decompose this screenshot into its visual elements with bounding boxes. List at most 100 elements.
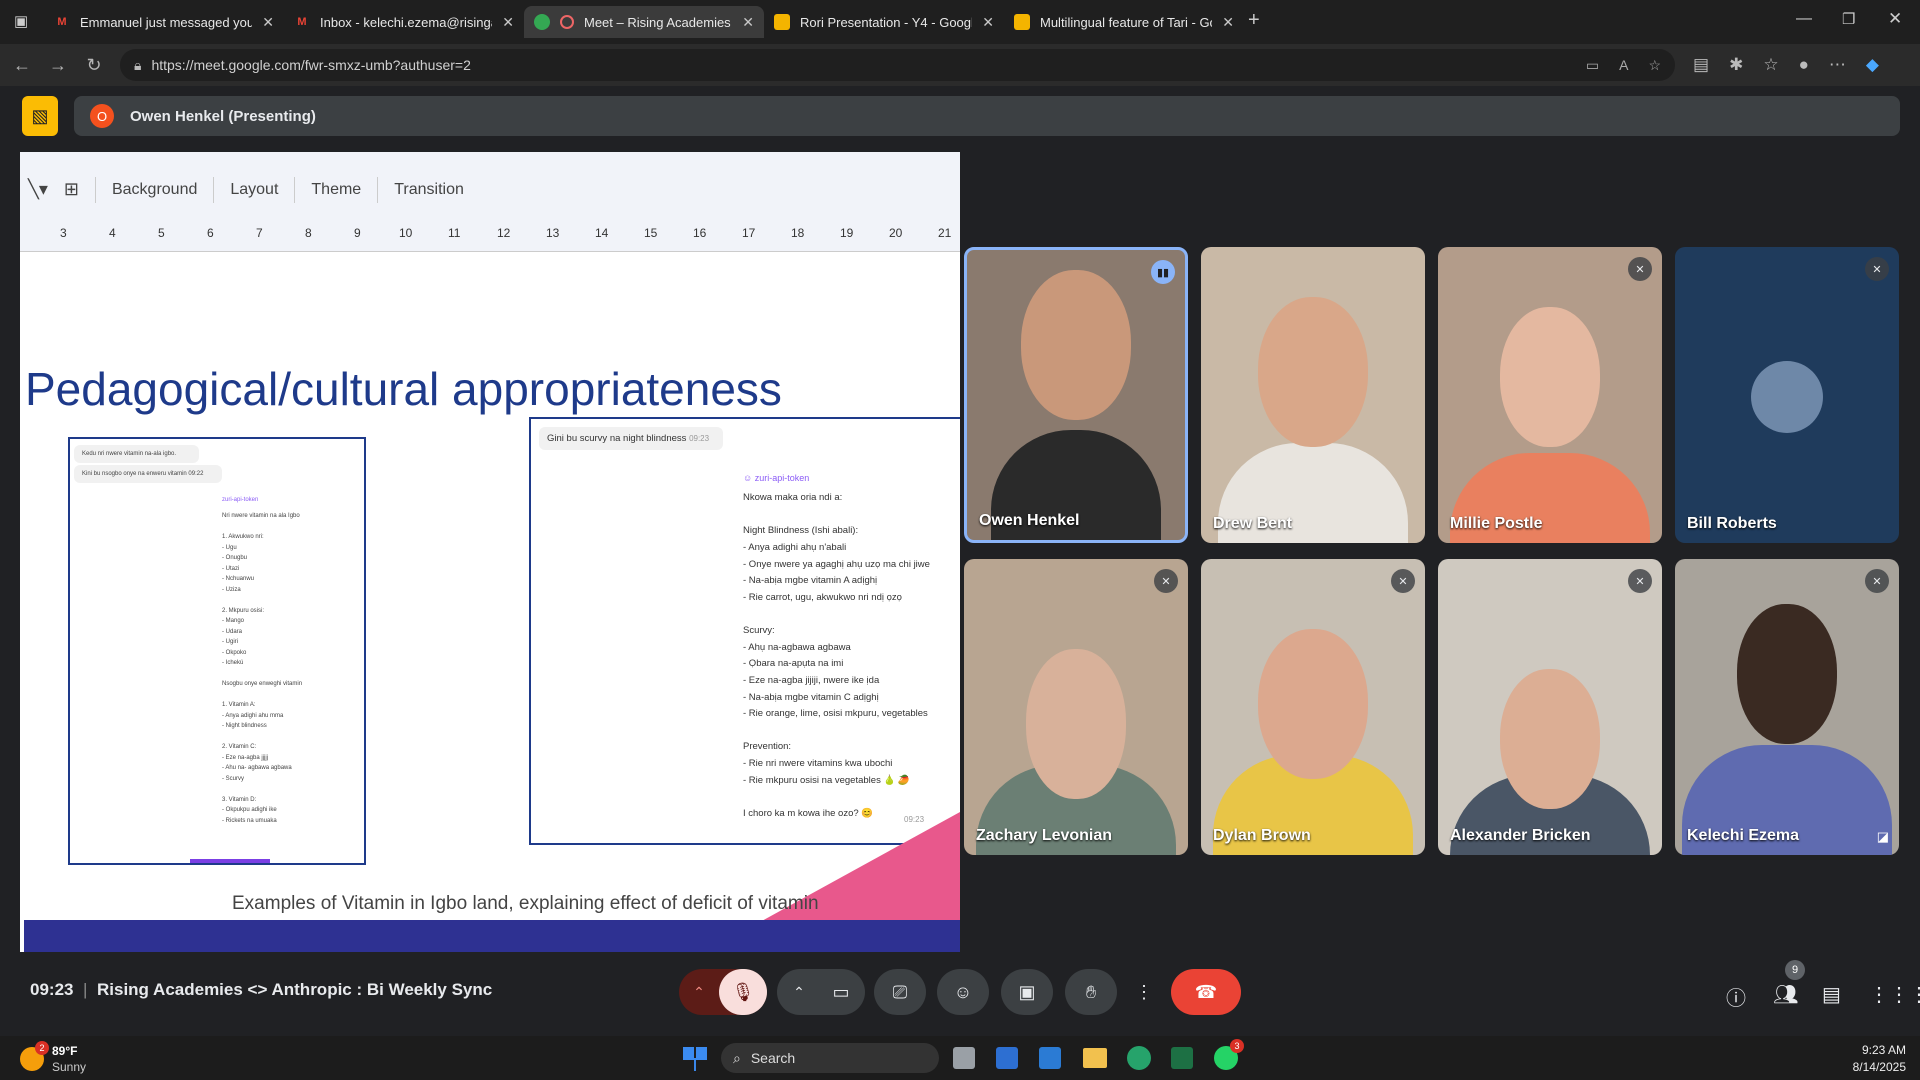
close-icon[interactable]: ✕ — [1222, 14, 1234, 31]
mic-off-button[interactable]: 🎙︎ — [719, 969, 767, 1015]
profile-icon[interactable]: ● — [1799, 55, 1809, 75]
more-options-button[interactable]: ⋮ — [1129, 969, 1159, 1015]
chat-line: I choro ka m kowa ihe ozo? 😊 — [743, 807, 874, 819]
participant-face — [1737, 604, 1837, 744]
vscode-icon[interactable] — [1039, 1047, 1061, 1069]
chat-line — [222, 522, 302, 533]
theme-button[interactable]: Theme — [311, 181, 361, 199]
more-icon[interactable]: ⋯ — [1829, 55, 1846, 75]
close-window-button[interactable]: ✕ — [1888, 9, 1902, 29]
meeting-info-icon[interactable]: ⓘ — [1726, 982, 1746, 1011]
forward-icon[interactable]: → — [40, 55, 76, 76]
chat-icon[interactable]: ▤ — [1822, 982, 1841, 1007]
taskbar-search[interactable]: ⌕ Search — [721, 1043, 939, 1073]
close-icon[interactable]: ✕ — [982, 14, 994, 31]
file-explorer-icon[interactable] — [1083, 1048, 1107, 1068]
participant-tile-kelechi[interactable]: ✕ ◪ Kelechi Ezema — [1675, 559, 1899, 855]
chat-text: Kini bu nsogbo onye na enweru vitamin — [82, 471, 187, 477]
close-icon[interactable]: ✕ — [262, 14, 274, 31]
favorite-star-icon[interactable]: ☆ — [1648, 57, 1661, 74]
mic-off-icon: ✕ — [1391, 569, 1415, 593]
line-tool-icon[interactable]: ╲▾ — [28, 179, 48, 200]
chat-line: - Night blindness — [222, 723, 267, 729]
participant-tile-millie[interactable]: ✕ Millie Postle — [1438, 247, 1662, 543]
chat-line: Night Blindness (Ishi abali): — [743, 525, 859, 537]
presenter-bar: O Owen Henkel (Presenting) — [74, 96, 1900, 136]
search-icon: ⌕ — [733, 1049, 741, 1066]
activities-icon[interactable]: ⋮⋮⋮ — [1869, 982, 1920, 1007]
browser-tab-1[interactable]: M Emmanuel just messaged you - k ✕ — [44, 6, 284, 38]
browser-tab-4[interactable]: Rori Presentation - Y4 - Google Sl ✕ — [764, 6, 1004, 38]
clock-time[interactable]: 9:23 AM — [1848, 1043, 1906, 1057]
captions-button[interactable]: ▣ — [1001, 969, 1053, 1015]
participant-tile-drew[interactable]: Drew Bent — [1201, 247, 1425, 543]
participant-tile-owen[interactable]: ▮▮ Owen Henkel — [964, 247, 1188, 543]
browser-tab-5[interactable]: Multilingual feature of Tari - Goo ✕ — [1004, 6, 1244, 38]
participant-tile-dylan[interactable]: ✕ Dylan Brown — [1201, 559, 1425, 855]
excel-icon[interactable] — [1171, 1047, 1193, 1069]
presenter-label: Owen Henkel (Presenting) — [130, 107, 316, 125]
close-icon[interactable]: ✕ — [742, 14, 754, 31]
ruler-tick: 19 — [840, 226, 854, 240]
recording-icon — [560, 15, 574, 29]
minimize-button[interactable]: — — [1796, 10, 1812, 28]
mic-off-icon: ✕ — [1865, 569, 1889, 593]
chat-line: - Ọbara na-apụta na imi — [743, 658, 844, 670]
transition-button[interactable]: Transition — [394, 181, 464, 199]
browser-tab-bar: ▣ M Emmanuel just messaged you - k ✕ M I… — [0, 0, 1920, 44]
chat-bubble: Gini bu scurvy na night blindness 09:23 — [539, 427, 723, 450]
copilot-icon[interactable]: ◆ — [1866, 55, 1879, 75]
people-icon[interactable]: 👥︎ — [1773, 982, 1798, 1007]
camera-options-chevron-icon[interactable]: ⌃ — [779, 984, 819, 1001]
windows-start-icon[interactable] — [683, 1047, 707, 1071]
task-view-icon[interactable] — [953, 1047, 975, 1069]
close-icon[interactable]: ✕ — [502, 14, 514, 31]
participant-face — [1500, 307, 1600, 447]
back-icon[interactable]: ← — [4, 55, 40, 76]
leave-call-button[interactable]: ☎ — [1171, 969, 1241, 1015]
restore-button[interactable]: ❐ — [1842, 10, 1855, 28]
camera-in-use-icon[interactable]: ▭ — [1586, 57, 1599, 74]
tab-actions-icon[interactable]: ▣ — [14, 12, 28, 30]
raise-hand-button[interactable]: ✋︎ — [1065, 969, 1117, 1015]
chat-line: Nkowa maka oria ndi a: — [743, 492, 843, 503]
chat-line: - Na-abịa mgbe vitamin C adịghị — [743, 691, 879, 703]
extensions-puzzle-icon[interactable]: ✱ — [1729, 55, 1743, 75]
participant-name: Bill Roberts — [1687, 515, 1777, 532]
chat-screenshot-2: Gini bu scurvy na night blindness 09:23 … — [529, 417, 960, 845]
browser-tab-2[interactable]: M Inbox - kelechi.ezema@risingacad ✕ — [284, 6, 524, 38]
ruler-tick: 18 — [791, 226, 805, 240]
participant-name: Kelechi Ezema — [1687, 827, 1800, 844]
ruler-tick: 13 — [546, 226, 560, 240]
chat-line: - Rickets na umuaka — [222, 817, 277, 824]
ruler-tick: 8 — [305, 226, 312, 240]
insert-icon[interactable]: ⊞ — [64, 179, 79, 200]
mic-options-chevron-icon[interactable]: ⌃ — [679, 984, 719, 1001]
tile-options-icon[interactable]: ◪ — [1877, 829, 1889, 845]
clock-date[interactable]: 8/14/2025 — [1838, 1060, 1906, 1074]
reload-icon[interactable]: ↻ — [76, 55, 112, 76]
participant-name: Millie Postle — [1450, 515, 1543, 532]
reactions-button[interactable]: ☺ — [937, 969, 989, 1015]
new-tab-button[interactable]: + — [1248, 9, 1260, 32]
weather-badge: 2 — [35, 1041, 49, 1055]
extension-icon[interactable]: ▤ — [1693, 55, 1709, 75]
ruler-tick: 5 — [158, 226, 165, 240]
browser-tab-3[interactable]: Meet – Rising Academies <> ✕ — [524, 6, 764, 38]
chat-line: Prevention: — [743, 741, 792, 753]
chat-line: - Ugiri — [222, 639, 238, 645]
background-button[interactable]: Background — [112, 181, 197, 199]
bot-label: ☺ zuri-api-token — [743, 473, 809, 483]
stop-presenting-icon[interactable]: ▧ — [22, 96, 58, 136]
present-screen-button[interactable]: ⎚ — [874, 969, 926, 1015]
participant-tile-bill[interactable]: ✕ Bill Roberts — [1675, 247, 1899, 543]
layout-button[interactable]: Layout — [230, 181, 278, 199]
edge-icon[interactable] — [1127, 1046, 1151, 1070]
store-icon[interactable] — [996, 1047, 1018, 1069]
participant-tile-zachary[interactable]: ✕ Zachary Levonian — [964, 559, 1188, 855]
camera-button[interactable]: ▭ — [819, 982, 863, 1003]
favorites-icon[interactable]: ☆ — [1763, 55, 1778, 75]
address-bar[interactable]: 🔒︎ https://meet.google.com/fwr-smxz-umb?… — [120, 49, 1675, 81]
read-aloud-icon[interactable]: A — [1619, 57, 1628, 74]
participant-tile-alexander[interactable]: ✕ Alexander Bricken — [1438, 559, 1662, 855]
